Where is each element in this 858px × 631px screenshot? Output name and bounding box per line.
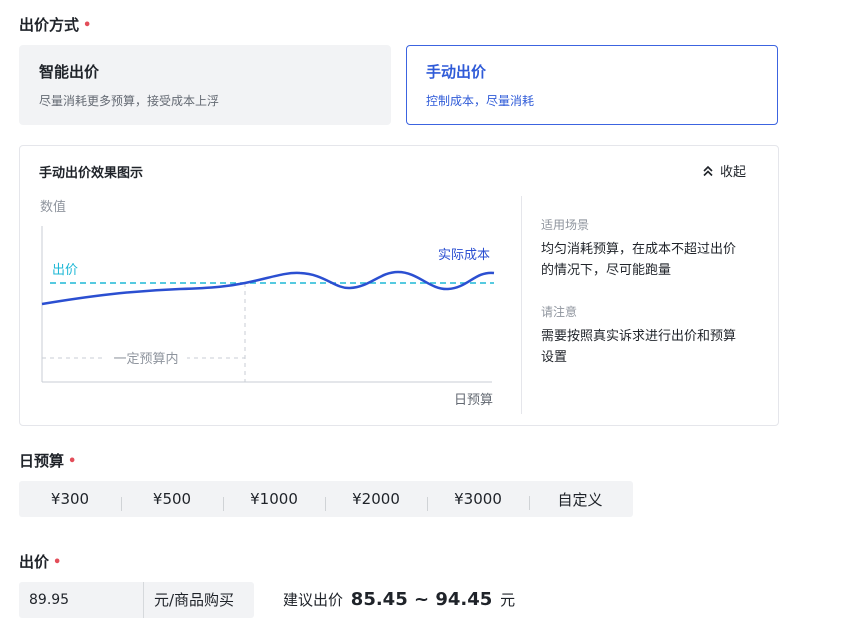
suggested-bid: 建议出价 85.45 ~ 94.45 元	[283, 589, 515, 610]
effect-side-notes: 适用场景 均匀消耗预算，在成本不超过出价的情况下，尽可能跑量 请注意 需要按照真…	[521, 196, 739, 414]
suggest-prefix: 建议出价	[283, 591, 344, 609]
suggest-suffix: 元	[500, 591, 516, 609]
bid-value[interactable]: 89.95	[19, 592, 143, 608]
scenario-label: 适用场景	[541, 218, 590, 232]
scenario-text: 均匀消耗预算，在成本不超过出价的情况下，尽可能跑量	[541, 242, 737, 278]
smart-bid-desc: 尽量消耗更多预算，接受成本上浮	[39, 94, 220, 108]
manual-bid-name: 手动出价	[426, 63, 487, 81]
required-mark: •	[83, 18, 92, 33]
note-text: 需要按照真实诉求进行出价和预算设置	[541, 329, 737, 365]
budget-option-2000[interactable]: ¥2000	[325, 490, 427, 511]
bid-line-label: 出价	[52, 263, 78, 278]
manual-bid-option[interactable]: 手动出价 控制成本，尽量消耗	[406, 45, 778, 125]
bid-method-title: 出价方式 •	[19, 16, 92, 34]
bid-title: 出价 •	[19, 553, 62, 571]
actual-cost-label: 实际成本	[438, 248, 490, 263]
smart-bid-option[interactable]: 智能出价 尽量消耗更多预算，接受成本上浮	[19, 45, 391, 125]
bid-input[interactable]: 89.95 元/商品购买	[19, 582, 254, 618]
required-mark: •	[53, 555, 62, 570]
x-axis-label: 日预算	[454, 393, 493, 408]
suggest-range: 85.45 ~ 94.45	[350, 589, 493, 610]
manual-bid-desc: 控制成本，尽量消耗	[426, 94, 535, 108]
budget-option-3000[interactable]: ¥3000	[427, 490, 529, 511]
effect-chart: 数值 一定预算内 出价 实际成本 日预算	[40, 199, 495, 408]
daily-budget-options: ¥300 ¥500 ¥1000 ¥2000 ¥3000 自定义	[19, 481, 633, 517]
collapse-label: 收起	[719, 165, 746, 180]
budget-label: 一定预算内	[113, 351, 178, 367]
bid-unit: 元/商品购买	[143, 582, 234, 618]
daily-budget-title: 日预算 •	[19, 452, 77, 470]
budget-option-1000[interactable]: ¥1000	[223, 490, 325, 511]
actual-cost-curve	[41, 270, 495, 306]
budget-option-300[interactable]: ¥300	[19, 490, 121, 508]
budget-option-500[interactable]: ¥500	[121, 490, 223, 511]
double-chevron-up-icon	[703, 165, 713, 176]
manual-bid-effect-panel: 手动出价效果图示 收起 数值 一定预算内 出价 实际成本 日预算 适用场景 均匀…	[19, 145, 779, 426]
budget-option-custom[interactable]: 自定义	[529, 489, 631, 510]
smart-bid-name: 智能出价	[39, 63, 100, 81]
y-axis-label: 数值	[40, 199, 66, 215]
note-label: 请注意	[541, 305, 578, 319]
required-mark: •	[68, 454, 77, 469]
collapse-button[interactable]: 收起	[702, 161, 746, 180]
